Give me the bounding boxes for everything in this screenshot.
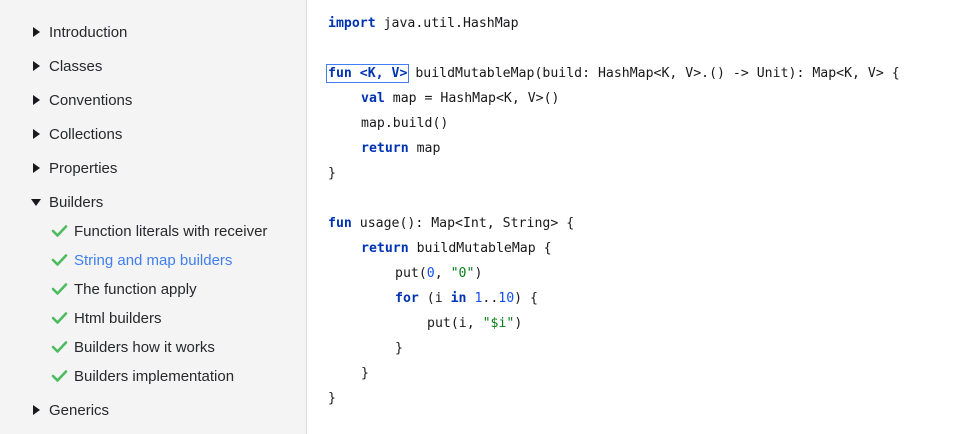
code-text: java.util.HashMap [375,16,519,31]
code-text: map [408,141,441,156]
code-line: fun usage(): Map<Int, String> { [328,213,574,235]
sidebar-subitem-label: The function apply [74,280,197,298]
triangle-down-icon [30,196,42,208]
code-line: fun <K, V> buildMutableMap(build: HashMa… [325,63,900,85]
code-text: ) [474,266,483,281]
code-line: put(i, "$i") [427,313,522,335]
checkmark-icon [51,369,68,383]
code-text: } [328,391,336,406]
code-line: } [395,338,403,360]
sidebar-item-label: Conventions [49,91,133,109]
code-keyword: import [328,16,376,31]
sidebar-subitem-label: String and map builders [74,251,233,269]
sidebar-subitem-html-builders[interactable]: Html builders [51,306,162,330]
sidebar-item-properties[interactable]: Properties [30,155,117,181]
sidebar-subitem-label: Builders how it works [74,338,215,356]
code-line: for (i in 1..10) { [395,288,538,310]
sidebar-subitem-label: Function literals with receiver [74,222,268,240]
code-text: put(i, [427,316,483,331]
code-keyword: val [361,91,385,106]
code-text: map.build() [361,116,449,131]
code-text: ) { [514,291,538,306]
sidebar-item-label: Classes [49,57,103,75]
code-keyword: fun [328,216,352,231]
triangle-right-icon [30,128,42,140]
code-text: put( [395,266,427,281]
sidebar-item-classes[interactable]: Classes [30,53,102,79]
sidebar-item-label: Introduction [49,23,128,41]
code-line: val map = HashMap<K, V>() [361,88,560,110]
code-text: .. [482,291,499,306]
sidebar-item-introduction[interactable]: Introduction [30,19,127,45]
code-line: put(0, "0") [395,263,482,285]
checkmark-icon [51,282,68,296]
checkmark-icon [51,224,68,238]
sidebar-item-label: Properties [49,159,118,177]
sidebar-item-label: Generics [49,401,110,419]
code-text: , [434,266,451,281]
code-text: (i [418,291,451,306]
sidebar: Introduction Classes Conventions Collect… [0,0,307,434]
code-line: } [328,163,336,185]
code-line: import java.util.HashMap [328,13,519,35]
triangle-right-icon [30,162,42,174]
app-window: Introduction Classes Conventions Collect… [0,0,966,434]
sidebar-subitem-builders-how-it-works[interactable]: Builders how it works [51,335,215,359]
sidebar-subitem-string-map-builders[interactable]: String and map builders [51,248,232,272]
sidebar-item-label: Builders [49,193,104,211]
triangle-right-icon [30,404,42,416]
sidebar-subitem-builders-implementation[interactable]: Builders implementation [51,364,234,388]
triangle-right-icon [30,94,42,106]
code-text: } [395,341,403,356]
sidebar-item-conventions[interactable]: Conventions [30,87,132,113]
sidebar-subitem-function-apply[interactable]: The function apply [51,277,197,301]
code-text: ) [514,316,523,331]
sidebar-item-collections[interactable]: Collections [30,121,122,147]
checkmark-icon [51,340,68,354]
code-text: buildMutableMap(build: HashMap<K, V>.() … [407,66,900,81]
code-keyword: for [395,291,419,306]
code-text: map = HashMap<K, V>() [384,91,560,106]
code-selection[interactable]: fun <K, V> [325,64,410,83]
sidebar-subitem-label: Html builders [74,309,162,327]
code-line: } [361,363,369,385]
code-line: return buildMutableMap { [361,238,552,260]
code-keyword: return [361,241,409,256]
code-keyword: return [361,141,409,156]
code-text: usage(): Map<Int, String> { [351,216,575,231]
sidebar-subitem-label: Builders implementation [74,367,235,385]
code-text: buildMutableMap { [408,241,552,256]
code-keyword: in [450,291,467,306]
sidebar-item-label: Collections [49,125,123,143]
sidebar-subitem-function-literals[interactable]: Function literals with receiver [51,219,267,243]
code-line: map.build() [361,113,448,135]
code-number: 10 [498,291,515,306]
code-text: } [328,166,336,181]
triangle-right-icon [30,60,42,72]
code-line: return map [361,138,440,160]
code-number: 0 [426,266,435,281]
checkmark-icon [51,253,68,267]
sidebar-item-generics[interactable]: Generics [30,397,109,423]
checkmark-icon [51,311,68,325]
code-line: } [328,388,336,410]
code-text: } [361,366,369,381]
triangle-right-icon [30,26,42,38]
sidebar-item-builders[interactable]: Builders [30,189,103,215]
code-string: "$i" [482,316,515,331]
code-string: "0" [450,266,475,281]
